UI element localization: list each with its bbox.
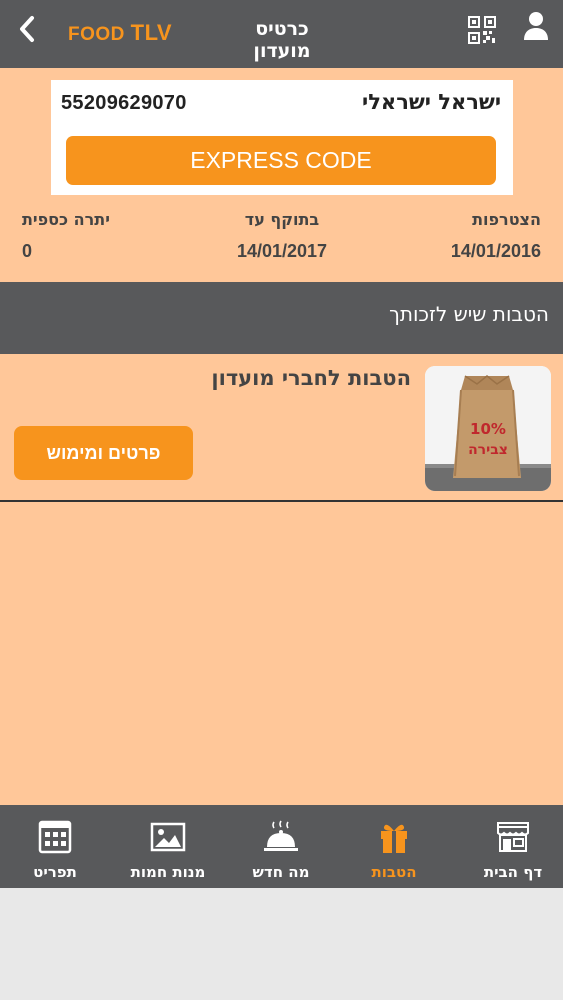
brand-logo-food: FOOD [68,24,125,45]
calendar-icon [38,820,72,854]
join-date-value: 14/01/2016 [450,241,541,261]
nav-label-benefits: הטבות [371,863,417,881]
bottom-navigation: דף הבית הטבות מה חדש מנות חמות תפריט [0,805,563,888]
back-button[interactable] [12,12,42,46]
balance-value: 0 [22,241,33,261]
qr-code-button[interactable] [468,16,496,44]
details-and-redeem-button[interactable]: פרטים ומימוש [14,426,193,480]
balance-label: יתרה כספית [22,210,110,229]
nav-item-benefits[interactable]: הטבות [344,805,444,888]
member-card: ישראל ישראלי 55209629070 EXPRESS CODE [51,80,513,195]
section-title: הטבות שיש לזכותך [389,302,549,326]
nav-label-whats-new: מה חדש [252,863,310,881]
benefit-title: הטבות לחברי מועדון [211,366,411,390]
nav-item-menu[interactable]: תפריט [5,805,105,888]
bag-text-label: צבירה [468,442,508,458]
valid-until-label: בתוקף עד [244,210,320,229]
cloche-icon [264,820,298,851]
nav-item-hot-dishes[interactable]: מנות חמות [118,805,218,888]
qr-code-icon [468,16,496,44]
nav-item-home[interactable]: דף הבית [463,805,563,888]
balance-column: יתרה כספית 0 [22,210,162,262]
user-profile-button[interactable] [522,10,550,44]
nav-label-hot-dishes: מנות חמות [130,863,206,881]
storefront-icon [497,822,529,852]
brand-logo-tlv: TLV [130,20,173,45]
nav-label-menu: תפריט [33,863,77,881]
paper-bag-image: 10% צבירה [425,366,551,491]
chevron-left-icon [20,16,34,42]
bag-text-percent: 10% [470,420,506,438]
express-code-button[interactable]: EXPRESS CODE [66,136,496,185]
nav-item-whats-new[interactable]: מה חדש [231,805,331,888]
list-item: 10% צבירה הטבות לחברי מועדון פרטים ומימו… [0,354,563,502]
top-header: FOOD TLV כרטיס מועדון [0,0,563,68]
join-date-label: הצטרפות [472,210,541,229]
join-date-column: הצטרפות 14/01/2016 [401,210,541,262]
member-name: ישראל ישראלי [362,90,501,114]
valid-until-column: בתוקף עד 14/01/2017 [212,210,352,262]
benefit-image[interactable]: 10% צבירה [425,366,551,491]
image-icon [150,822,186,852]
nav-label-home: דף הבית [483,863,543,881]
app-screen: FOOD TLV כרטיס מועדון ישראל ישראלי 55209… [0,0,563,888]
benefits-section-header: הטבות שיש לזכותך [0,282,563,354]
valid-until-value: 14/01/2017 [236,241,328,261]
member-number: 55209629070 [61,92,187,114]
user-icon [524,12,548,40]
page-title: כרטיס מועדון [253,18,311,62]
brand-logo: FOOD TLV [68,20,172,46]
gift-icon [381,824,407,853]
